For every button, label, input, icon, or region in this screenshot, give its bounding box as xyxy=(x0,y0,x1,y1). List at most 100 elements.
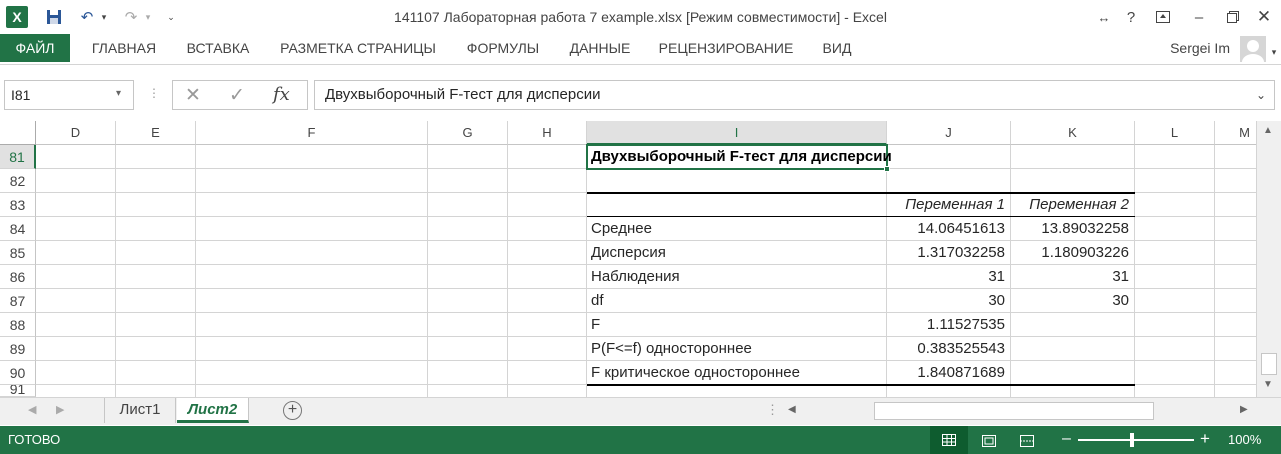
row-label[interactable]: Дисперсия xyxy=(591,241,666,265)
scroll-right-icon[interactable]: ▶ xyxy=(1240,404,1248,415)
row-header-91[interactable]: 91 xyxy=(0,385,36,397)
account-dropdown-icon[interactable]: ▾ xyxy=(1268,41,1280,63)
normal-view-button[interactable] xyxy=(930,426,968,454)
cell-i81[interactable]: Двухвыборочный F-тест для дисперсии xyxy=(591,145,892,169)
cell-j83[interactable]: Переменная 1 xyxy=(887,193,1005,217)
row-header-85[interactable]: 85 xyxy=(0,241,36,265)
new-sheet-button[interactable]: + xyxy=(283,401,302,420)
row-header-88[interactable]: 88 xyxy=(0,313,36,337)
tab-view[interactable]: ВИД xyxy=(810,34,864,62)
row-header-84[interactable]: 84 xyxy=(0,217,36,241)
column-header-k[interactable]: K xyxy=(1011,121,1135,145)
row-value-2[interactable]: 31 xyxy=(1011,265,1129,289)
formula-input[interactable]: Двухвыборочный F-тест для дисперсии xyxy=(314,80,1275,110)
scroll-left-icon[interactable]: ◀ xyxy=(788,404,796,415)
scroll-sheets-left-icon[interactable]: ◀ xyxy=(28,403,36,416)
formula-bar-grip-icon[interactable]: ⋮ xyxy=(148,86,160,100)
row-value-2[interactable]: 13.89032258 xyxy=(1011,217,1129,241)
column-header-e[interactable]: E xyxy=(116,121,196,145)
column-header-f[interactable]: F xyxy=(196,121,428,145)
row-header-89[interactable]: 89 xyxy=(0,337,36,361)
row-value-1[interactable]: 31 xyxy=(887,265,1005,289)
enter-icon[interactable]: ✓ xyxy=(229,84,245,107)
zoom-out-button[interactable]: – xyxy=(1062,430,1071,448)
minimize-icon[interactable]: – xyxy=(1184,6,1214,28)
row-label[interactable]: P(F<=f) одностороннее xyxy=(591,337,752,361)
column-header-d[interactable]: D xyxy=(36,121,116,145)
scroll-up-icon[interactable]: ▲ xyxy=(1263,125,1273,136)
status-bar: ГОТОВО – + 100% xyxy=(0,426,1281,454)
help-button[interactable]: ? xyxy=(1122,6,1140,28)
tab-insert[interactable]: ВСТАВКА xyxy=(176,34,260,62)
scroll-down-icon[interactable]: ▼ xyxy=(1263,379,1273,390)
row-label[interactable]: F критическое одностороннее xyxy=(591,361,800,385)
user-name[interactable]: Sergei Im xyxy=(1150,34,1230,62)
zoom-in-button[interactable]: + xyxy=(1200,429,1210,449)
cancel-icon[interactable]: ✕ xyxy=(185,84,201,107)
name-box[interactable]: I81 xyxy=(4,80,134,110)
row-value-1[interactable]: 1.840871689 xyxy=(887,361,1005,385)
status-ready: ГОТОВО xyxy=(8,432,61,447)
page-layout-view-icon[interactable] xyxy=(982,434,996,452)
row-header-81[interactable]: 81 xyxy=(0,145,36,169)
sheet-tab-bar: ◀ ▶ Лист1 Лист2 + ⋮ ◀ ▶ xyxy=(0,397,1281,425)
column-header-h[interactable]: H xyxy=(508,121,587,145)
tab-home[interactable]: ГЛАВНАЯ xyxy=(80,34,168,62)
spreadsheet-grid[interactable]: D E F G H I J K L M 81 82 83 84 85 86 87… xyxy=(0,121,1256,397)
tab-page-layout[interactable]: РАЗМЕТКА СТРАНИЦЫ xyxy=(268,34,448,62)
expand-formula-icon[interactable]: ⌄ xyxy=(1256,88,1266,102)
column-header-m[interactable]: M xyxy=(1215,121,1256,145)
restore-icon[interactable] xyxy=(1218,6,1248,28)
sheet-tab-list2[interactable]: Лист2 xyxy=(177,398,249,423)
table-row: df 30 30 xyxy=(587,289,1135,313)
row-header-87[interactable]: 87 xyxy=(0,289,36,313)
table-row: Дисперсия 1.317032258 1.180903226 xyxy=(587,241,1135,265)
avatar[interactable] xyxy=(1240,36,1266,62)
tab-file[interactable]: ФАЙЛ xyxy=(0,34,70,62)
select-all-corner[interactable] xyxy=(0,121,36,145)
sheet-bar-splitter-icon[interactable]: ⋮ xyxy=(766,402,779,418)
page-break-view-icon[interactable] xyxy=(1020,434,1034,452)
tab-formulas[interactable]: ФОРМУЛЫ xyxy=(456,34,550,62)
title-bar: X ↶ ▾ ↷ ▾ ⌄ 141107 Лабораторная работа 7… xyxy=(0,0,1281,34)
column-header-i[interactable]: I xyxy=(587,121,887,145)
row-header-83[interactable]: 83 xyxy=(0,193,36,217)
column-header-l[interactable]: L xyxy=(1135,121,1215,145)
formula-buttons: ✕ ✓ fx xyxy=(172,80,308,110)
zoom-level[interactable]: 100% xyxy=(1228,432,1261,447)
row-value-1[interactable]: 14.06451613 xyxy=(887,217,1005,241)
row-header-86[interactable]: 86 xyxy=(0,265,36,289)
row-value-1[interactable]: 1.317032258 xyxy=(887,241,1005,265)
tab-data[interactable]: ДАННЫЕ xyxy=(558,34,642,62)
column-header-j[interactable]: J xyxy=(887,121,1011,145)
row-value-1[interactable]: 30 xyxy=(887,289,1005,313)
resize-arrows-icon[interactable]: ↔ xyxy=(1094,6,1114,28)
horizontal-scroll-thumb[interactable] xyxy=(874,402,1154,420)
row-label[interactable]: Среднее xyxy=(591,217,652,241)
cell-k83[interactable]: Переменная 2 xyxy=(1011,193,1129,217)
column-header-g[interactable]: G xyxy=(428,121,508,145)
vertical-scrollbar[interactable]: ▲ ▼ xyxy=(1256,121,1281,397)
row-value-1[interactable]: 1.11527535 xyxy=(887,313,1005,337)
tab-review[interactable]: РЕЦЕНЗИРОВАНИЕ xyxy=(650,34,802,62)
zoom-slider-thumb[interactable] xyxy=(1130,433,1134,447)
window-title: 141107 Лабораторная работа 7 example.xls… xyxy=(394,9,887,25)
row-header-90[interactable]: 90 xyxy=(0,361,36,385)
row-label[interactable]: F xyxy=(591,313,600,337)
row-label[interactable]: df xyxy=(591,289,604,313)
row-value-1[interactable]: 0.383525543 xyxy=(887,337,1005,361)
row-label[interactable]: Наблюдения xyxy=(591,265,680,289)
sheet-tab-list1[interactable]: Лист1 xyxy=(104,398,176,423)
horizontal-scrollbar[interactable]: ◀ ▶ xyxy=(784,401,1256,421)
scroll-sheets-right-icon[interactable]: ▶ xyxy=(56,403,64,416)
zoom-slider[interactable] xyxy=(1078,433,1194,447)
insert-function-button[interactable]: fx xyxy=(273,84,290,105)
ribbon-display-icon[interactable] xyxy=(1150,6,1176,28)
row-header-82[interactable]: 82 xyxy=(0,169,36,193)
close-icon[interactable]: ✕ xyxy=(1250,6,1278,28)
name-box-dropdown-icon[interactable]: ▾ xyxy=(116,88,121,99)
row-value-2[interactable]: 1.180903226 xyxy=(1011,241,1129,265)
row-value-2[interactable]: 30 xyxy=(1011,289,1129,313)
table-row: P(F<=f) одностороннее 0.383525543 xyxy=(587,337,1135,361)
scroll-thumb[interactable] xyxy=(1261,353,1277,375)
